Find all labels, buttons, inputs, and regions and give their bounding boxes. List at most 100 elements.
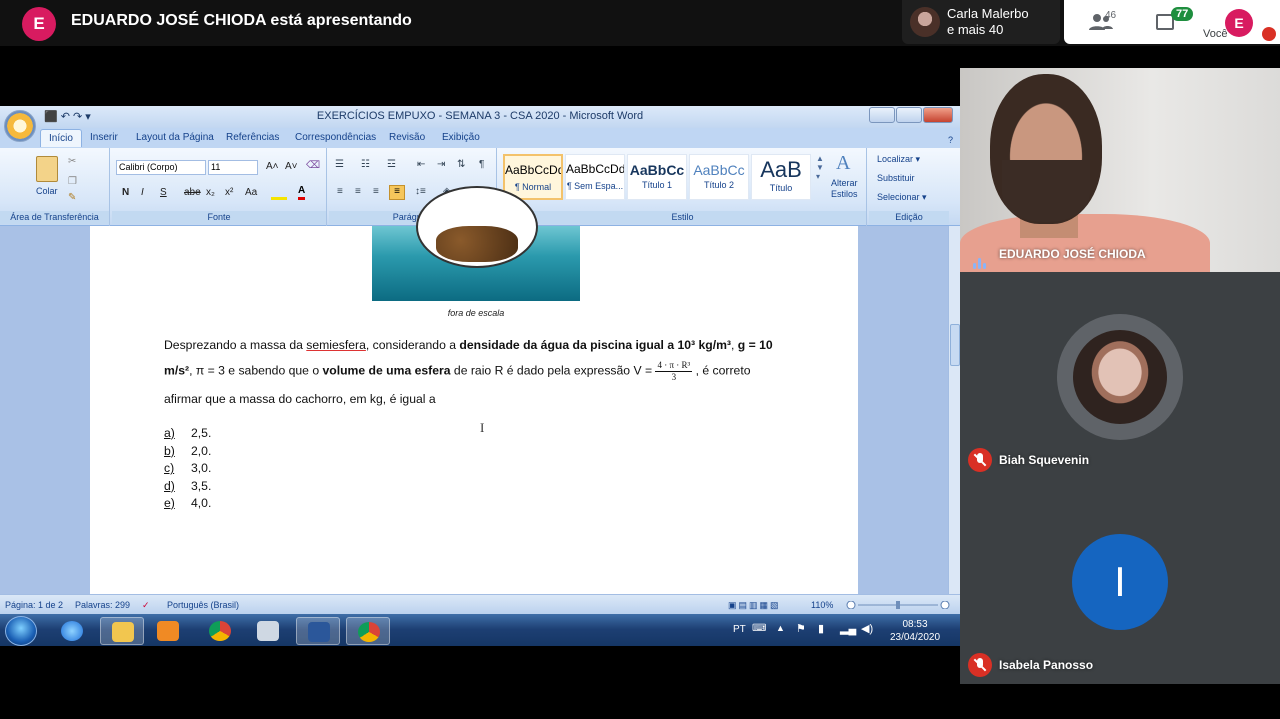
network-icon[interactable]: ▮	[818, 622, 824, 635]
view-buttons[interactable]: ▣▤▥▦▧	[728, 600, 781, 611]
flag-icon[interactable]: ⚑	[796, 622, 806, 635]
meet-top-bar: E EDUARDO JOSÉ CHIODA está apresentando …	[0, 0, 1280, 46]
shared-screen-word: ⬛ ↶ ↷ ▾ EXERCÍCIOS EMPUXO - SEMANA 3 - C…	[0, 106, 960, 646]
font-group: Calibri (Corpo) 11 A˄ A˅ ⌫ N I S abe x₂ …	[112, 148, 327, 226]
bullets-icon[interactable]: ☰	[335, 159, 344, 170]
font-color-icon[interactable]: A	[298, 185, 306, 200]
option-value: 2,0.	[191, 444, 212, 458]
align-left-icon[interactable]: ≡	[337, 186, 343, 197]
change-styles-label-1: Alterar	[831, 178, 858, 188]
underline-button[interactable]: S	[160, 187, 167, 198]
multilevel-icon[interactable]: ☲	[387, 159, 396, 170]
signal-icon[interactable]: ▂▄	[840, 622, 856, 635]
option-letter: b)	[164, 444, 175, 458]
increase-indent-icon[interactable]: ⇥	[437, 159, 445, 170]
decrease-indent-icon[interactable]: ⇤	[417, 159, 425, 170]
shrink-font-button[interactable]: A˅	[285, 161, 298, 172]
select-button[interactable]: Selecionar ▾	[877, 192, 927, 203]
show-marks-icon[interactable]: ¶	[479, 159, 484, 170]
numbering-icon[interactable]: ☷	[361, 159, 370, 170]
change-styles-icon[interactable]: A	[836, 152, 850, 175]
paste-icon[interactable]	[36, 156, 58, 182]
self-avatar[interactable]: E	[1225, 9, 1253, 37]
participant-tile-biah[interactable]: Biah Squevenin	[960, 272, 1280, 478]
taskbar-chrome[interactable]	[198, 617, 242, 645]
taskbar-explorer[interactable]	[100, 617, 144, 645]
highlight-icon[interactable]	[271, 186, 287, 200]
change-case-button[interactable]: Aa	[245, 187, 257, 198]
dog-image	[436, 226, 518, 262]
volume-icon[interactable]: ◀)	[861, 622, 873, 635]
bold-button[interactable]: N	[122, 187, 129, 198]
format-painter-icon[interactable]: ✎	[68, 192, 76, 203]
office-button[interactable]	[4, 110, 36, 142]
tray-expand-icon[interactable]: ▲	[776, 623, 785, 633]
italic-button[interactable]: I	[141, 187, 144, 198]
line-spacing-icon[interactable]: ↕≡	[415, 186, 426, 197]
style-heading-2[interactable]: AaBbCc Título 2	[689, 154, 749, 200]
start-button[interactable]	[5, 616, 37, 646]
style-title[interactable]: AaB Título	[751, 154, 811, 200]
self-label: Você	[1203, 28, 1228, 40]
participant-tile-presenter[interactable]: EDUARDO JOSÉ CHIODA	[960, 68, 1280, 272]
taskbar-clock[interactable]: 08:53 23/04/2020	[886, 618, 944, 644]
tab-correspondencias[interactable]: Correspondências	[295, 132, 376, 143]
text-run: , π = 3 e sabendo que o	[189, 363, 323, 378]
keyboard-icon[interactable]: ⌨	[752, 623, 766, 634]
tab-inserir[interactable]: Inserir	[90, 132, 118, 143]
scrollbar-thumb[interactable]	[950, 324, 960, 366]
replace-button[interactable]: Substituir	[877, 173, 915, 183]
tab-revisao[interactable]: Revisão	[389, 132, 425, 143]
tray-language[interactable]: PT	[733, 624, 746, 635]
clear-format-icon[interactable]: ⌫	[306, 160, 320, 171]
tab-exibicao[interactable]: Exibição	[442, 132, 480, 143]
style-name: ¶ Normal	[514, 182, 552, 192]
paragraph-line-3: afirmar que a massa do cachorro, em kg, …	[164, 392, 436, 406]
document-page[interactable]: fora de escala Desprezando a massa da se…	[90, 186, 858, 594]
text-cursor-icon: I	[480, 420, 485, 435]
text-run-bold: g = 10	[737, 338, 773, 352]
zoom-slider[interactable]	[846, 601, 950, 609]
change-styles-button[interactable]: Alterar Estilos	[831, 178, 858, 200]
folder-icon	[112, 622, 134, 642]
sort-icon[interactable]: ⇅	[457, 159, 465, 170]
participant-tile-isabela[interactable]: I Isabela Panosso	[960, 478, 1280, 684]
strikethrough-button[interactable]: abe	[184, 187, 201, 198]
styles-scroll-icon[interactable]: ▲ ▼ ▾	[816, 154, 824, 181]
tab-referencias[interactable]: Referências	[226, 132, 279, 143]
cut-icon[interactable]: ✂	[68, 156, 76, 167]
align-center-icon[interactable]: ≡	[355, 186, 361, 197]
copy-icon[interactable]: ❐	[68, 176, 77, 187]
vertical-scrollbar[interactable]	[948, 226, 960, 594]
style-no-spacing[interactable]: AaBbCcDd ¶ Sem Espa...	[565, 154, 625, 200]
font-name-select[interactable]: Calibri (Corpo)	[116, 160, 206, 175]
grow-font-button[interactable]: A˄	[266, 161, 279, 172]
style-heading-1[interactable]: AaBbCc Título 1	[627, 154, 687, 200]
page-indicator[interactable]: Página: 1 de 2	[5, 600, 63, 610]
superscript-button[interactable]: x²	[225, 187, 233, 198]
active-speaker-chip: Carla Malerbo e mais 40	[902, 0, 1060, 44]
font-size-select[interactable]: 11	[208, 160, 258, 175]
word-count[interactable]: Palavras: 299	[75, 600, 130, 610]
zoom-level[interactable]: 110%	[811, 600, 833, 610]
paste-button[interactable]: Colar	[36, 186, 58, 196]
subscript-button[interactable]: x₂	[206, 187, 215, 198]
proofing-icon[interactable]: ✓	[142, 600, 150, 611]
close-button[interactable]	[923, 107, 953, 123]
text-run-bold: m/s²	[164, 363, 190, 378]
taskbar-calculator[interactable]	[246, 617, 290, 645]
tab-layout[interactable]: Layout da Página	[136, 132, 214, 143]
tab-inicio[interactable]: Início	[40, 129, 82, 147]
taskbar-chrome-profile[interactable]	[346, 617, 390, 645]
find-button[interactable]: Localizar ▾	[877, 154, 920, 165]
maximize-button[interactable]	[896, 107, 922, 123]
help-icon[interactable]: ?	[948, 135, 953, 145]
taskbar-media[interactable]	[146, 617, 190, 645]
align-right-icon[interactable]: ≡	[373, 186, 379, 197]
minimize-button[interactable]	[869, 107, 895, 123]
language-indicator[interactable]: Português (Brasil)	[167, 600, 239, 610]
justify-icon[interactable]: ≡	[389, 185, 405, 200]
font-group-label: Fonte	[112, 211, 326, 224]
taskbar-word[interactable]	[296, 617, 340, 645]
taskbar-ie[interactable]	[50, 617, 94, 645]
